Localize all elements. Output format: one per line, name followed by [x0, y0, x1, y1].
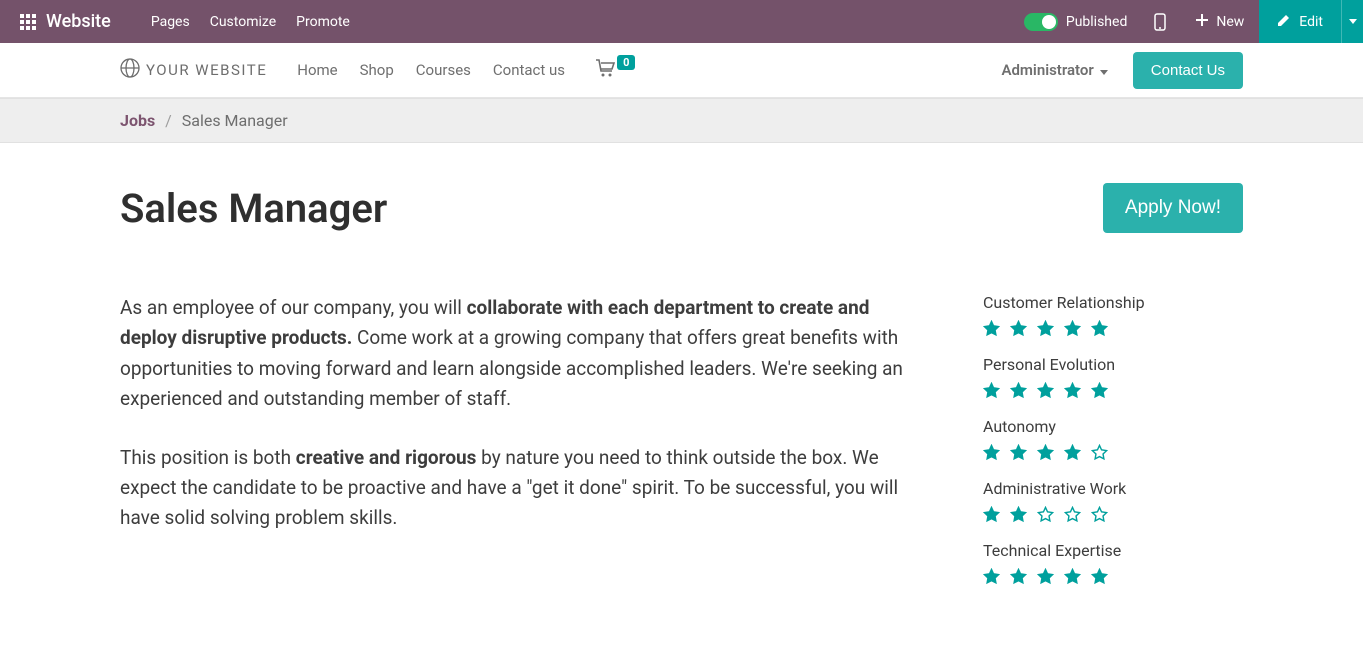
star-icon[interactable]: [983, 320, 1000, 337]
chevron-down-icon: [1100, 61, 1108, 79]
nav-contact-us[interactable]: Contact us: [493, 61, 565, 79]
mobile-preview-icon[interactable]: [1139, 0, 1181, 43]
para1-lead: As an employee of our company, you will: [120, 296, 467, 319]
skill-stars: [983, 444, 1243, 461]
star-icon[interactable]: [1091, 568, 1108, 585]
breadcrumb: Jobs / Sales Manager: [0, 98, 1363, 143]
star-icon[interactable]: [1037, 568, 1054, 585]
cart-icon: [595, 59, 615, 81]
skill-4: Technical Expertise: [983, 541, 1243, 585]
nav-courses[interactable]: Courses: [416, 61, 471, 79]
site-header: YOUR WEBSITE Home Shop Courses Contact u…: [0, 43, 1363, 98]
top-menu: Pages Customize Promote: [151, 14, 350, 30]
site-logo[interactable]: YOUR WEBSITE: [120, 58, 267, 82]
menu-promote[interactable]: Promote: [296, 14, 350, 30]
breadcrumb-current: Sales Manager: [182, 111, 288, 130]
apply-now-button[interactable]: Apply Now!: [1103, 183, 1243, 233]
user-dropdown[interactable]: Administrator: [1001, 61, 1107, 79]
skill-label: Technical Expertise: [983, 541, 1243, 560]
star-icon[interactable]: [1010, 568, 1027, 585]
star-icon[interactable]: [983, 444, 1000, 461]
skill-label: Autonomy: [983, 417, 1243, 436]
published-toggle[interactable]: [1024, 13, 1058, 31]
star-icon[interactable]: [1064, 506, 1081, 523]
skill-3: Administrative Work: [983, 479, 1243, 523]
nav-home[interactable]: Home: [297, 61, 337, 79]
user-label: Administrator: [1001, 61, 1093, 79]
star-icon[interactable]: [1064, 320, 1081, 337]
star-icon[interactable]: [1010, 444, 1027, 461]
skill-1: Personal Evolution: [983, 355, 1243, 399]
topbar-right: Published New Edit: [1012, 0, 1363, 43]
star-icon[interactable]: [1037, 444, 1054, 461]
star-icon[interactable]: [983, 568, 1000, 585]
cart-count-badge: 0: [617, 55, 635, 70]
new-label: New: [1216, 14, 1244, 30]
pencil-icon: [1277, 13, 1291, 31]
brand-label[interactable]: Website: [46, 11, 111, 32]
site-nav: Home Shop Courses Contact us: [297, 61, 565, 79]
edit-dropdown[interactable]: [1341, 0, 1363, 43]
skill-label: Personal Evolution: [983, 355, 1243, 374]
description-para-2: This position is both creative and rigor…: [120, 443, 903, 534]
star-icon[interactable]: [1064, 444, 1081, 461]
skills-panel: Customer Relationship Personal Evolution A…: [983, 293, 1243, 603]
title-row: Sales Manager Apply Now!: [120, 183, 1243, 233]
admin-topbar: Website Pages Customize Promote Publishe…: [0, 0, 1363, 43]
skill-label: Administrative Work: [983, 479, 1243, 498]
menu-pages[interactable]: Pages: [151, 14, 190, 30]
star-icon[interactable]: [1064, 568, 1081, 585]
skill-label: Customer Relationship: [983, 293, 1243, 312]
contact-us-button[interactable]: Contact Us: [1133, 52, 1243, 89]
skill-stars: [983, 568, 1243, 585]
nav-shop[interactable]: Shop: [360, 61, 394, 79]
skill-2: Autonomy: [983, 417, 1243, 461]
published-toggle-wrap: Published: [1012, 13, 1139, 31]
body-row: As an employee of our company, you will …: [120, 293, 1243, 603]
breadcrumb-jobs[interactable]: Jobs: [120, 111, 155, 130]
star-icon[interactable]: [1010, 320, 1027, 337]
star-icon[interactable]: [1091, 320, 1108, 337]
plus-icon: [1196, 14, 1208, 30]
description-para-1: As an employee of our company, you will …: [120, 293, 903, 415]
logo-text: YOUR WEBSITE: [146, 61, 267, 79]
para2-lead: This position is both: [120, 446, 296, 469]
page-title: Sales Manager: [120, 185, 1103, 232]
para2-bold: creative and rigorous: [296, 446, 477, 469]
star-icon[interactable]: [983, 506, 1000, 523]
edit-label: Edit: [1299, 14, 1323, 30]
skill-stars: [983, 382, 1243, 399]
star-icon[interactable]: [1037, 382, 1054, 399]
skill-stars: [983, 506, 1243, 523]
skill-0: Customer Relationship: [983, 293, 1243, 337]
star-icon[interactable]: [983, 382, 1000, 399]
skill-stars: [983, 320, 1243, 337]
published-label: Published: [1066, 14, 1127, 30]
apps-icon[interactable]: [10, 0, 46, 43]
breadcrumb-sep: /: [165, 111, 172, 130]
star-icon[interactable]: [1091, 444, 1108, 461]
edit-button[interactable]: Edit: [1259, 0, 1341, 43]
star-icon[interactable]: [1010, 506, 1027, 523]
star-icon[interactable]: [1010, 382, 1027, 399]
globe-icon: [120, 58, 140, 82]
star-icon[interactable]: [1064, 382, 1081, 399]
menu-customize[interactable]: Customize: [210, 14, 276, 30]
cart-button[interactable]: 0: [595, 59, 635, 81]
new-button[interactable]: New: [1181, 0, 1259, 43]
star-icon[interactable]: [1037, 506, 1054, 523]
star-icon[interactable]: [1037, 320, 1054, 337]
star-icon[interactable]: [1091, 382, 1108, 399]
star-icon[interactable]: [1091, 506, 1108, 523]
job-description: As an employee of our company, you will …: [120, 293, 903, 603]
page-content: Sales Manager Apply Now! As an employee …: [0, 143, 1363, 653]
